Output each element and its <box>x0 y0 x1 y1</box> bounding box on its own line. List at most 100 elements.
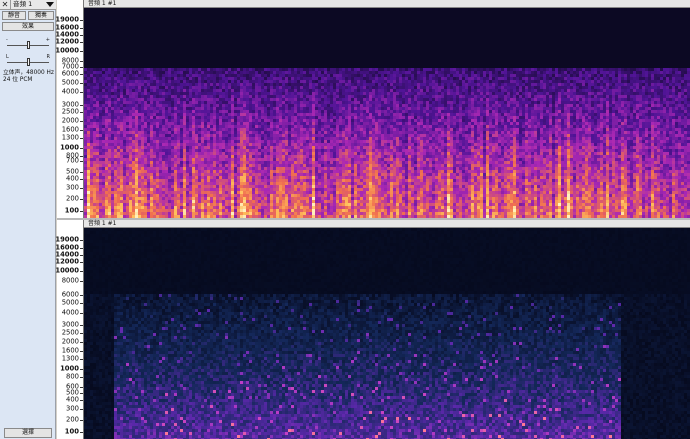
track-name[interactable]: 音頻 1 <box>13 0 32 9</box>
freq-tick-label: 300 <box>66 405 79 412</box>
freq-tick-label: 6000 <box>62 291 79 298</box>
spectrogram-canvas <box>84 228 690 439</box>
freq-tick-label: 2000 <box>62 338 79 345</box>
freq-tick-mark <box>80 61 83 63</box>
track-1-spectrogram[interactable] <box>84 8 690 218</box>
gain-slider-thumb[interactable] <box>27 41 30 49</box>
gain-slider[interactable]: - + <box>4 38 52 50</box>
spectrogram-canvas <box>84 8 690 218</box>
freq-tick-label: 300 <box>66 184 79 191</box>
track-2-frequency-scale: 19000 16000 14000 12000 10000 8000 6000 5000 400… <box>55 220 84 439</box>
track-menu-chevron-down-icon[interactable] <box>46 2 54 7</box>
freq-tick-label: 6000 <box>62 70 79 78</box>
freq-tick-mark <box>80 187 83 189</box>
freq-tick-mark <box>80 160 83 162</box>
freq-tick-mark <box>80 104 83 106</box>
freq-tick-mark <box>80 341 83 343</box>
track-format-bits: 24 位 PCM <box>3 77 32 84</box>
freq-tick-mark <box>80 92 83 94</box>
pan-slider-thumb[interactable] <box>27 58 30 66</box>
solo-button[interactable]: 獨奏 <box>28 11 54 20</box>
close-track-button[interactable]: ✕ <box>0 0 11 9</box>
freq-tick-label: 10000 <box>55 267 79 275</box>
track-1-title-bar[interactable]: 音頻 1 #1 <box>84 0 690 8</box>
track-format-rate: 立体声，48000 Hz <box>3 70 54 77</box>
freq-tick-mark <box>80 332 83 334</box>
track-2-title-bar[interactable]: 音頻 1 #1 <box>84 220 690 228</box>
freq-tick-mark <box>80 50 83 52</box>
freq-tick-mark <box>80 28 83 30</box>
track-control-panel: ✕ 音頻 1 靜音 獨奏 效果 - + L R 立体声，48000 Hz 24 … <box>0 0 56 439</box>
freq-tick-label: 700 <box>66 157 79 164</box>
freq-tick-mark <box>80 358 83 360</box>
freq-tick-label: 10000 <box>55 47 79 54</box>
freq-tick-mark <box>80 34 83 36</box>
freq-tick-label: 100 <box>65 207 79 215</box>
freq-tick-label: 200 <box>66 195 79 202</box>
track-1-title: 音頻 1 #1 <box>88 0 116 8</box>
freq-tick-mark <box>80 121 83 123</box>
freq-tick-mark <box>80 82 83 84</box>
pan-slider[interactable]: L R <box>4 55 52 67</box>
freq-tick-mark <box>80 198 83 200</box>
freq-tick-label: 12000 <box>55 258 79 266</box>
freq-tick-mark <box>80 312 83 314</box>
freq-tick-label: 5000 <box>62 299 79 306</box>
freq-tick-mark <box>80 138 83 140</box>
freq-tick-label: 4000 <box>62 88 79 96</box>
freq-tick-label: 800 <box>66 373 79 380</box>
freq-tick-label: 19000 <box>55 16 79 24</box>
freq-tick-mark <box>80 376 83 378</box>
gain-min-label: - <box>6 38 8 43</box>
freq-tick-label: 400 <box>66 175 79 183</box>
freq-tick-mark <box>80 281 83 283</box>
freq-tick-mark <box>80 172 83 174</box>
freq-tick-label: 1300 <box>62 134 79 142</box>
freq-tick-mark <box>80 294 83 296</box>
pan-left-label: L <box>6 55 9 60</box>
freq-tick-label: 1600 <box>62 347 79 354</box>
track-2-spectrogram[interactable] <box>84 228 690 439</box>
track-2-title: 音頻 1 #1 <box>88 220 116 228</box>
freq-tick-label: 1300 <box>62 355 79 362</box>
effects-button[interactable]: 效果 <box>2 22 54 31</box>
freq-tick-label: 2500 <box>62 108 79 116</box>
freq-tick-mark <box>80 393 83 395</box>
track-1-frequency-scale: 19000 16000 14000 12000 10000 8000 7000 6000 500… <box>55 0 84 218</box>
freq-tick-mark <box>80 302 83 304</box>
freq-tick-mark <box>80 271 83 272</box>
freq-tick-mark <box>80 254 83 256</box>
freq-tick-mark <box>80 42 83 44</box>
mute-button[interactable]: 靜音 <box>2 11 26 20</box>
pan-right-label: R <box>47 55 50 60</box>
freq-tick-mark <box>80 408 83 410</box>
freq-tick-label: 2500 <box>62 329 79 336</box>
freq-tick-label: 1000 <box>60 144 79 152</box>
freq-tick-label: 200 <box>66 416 79 423</box>
gain-max-label: + <box>46 38 50 43</box>
freq-tick-mark <box>80 368 83 370</box>
freq-tick-mark <box>80 325 83 327</box>
freq-tick-label: 12000 <box>55 38 79 46</box>
freq-tick-mark <box>80 130 83 132</box>
select-button[interactable]: 選擇 <box>4 428 52 438</box>
freq-tick-mark <box>80 156 83 158</box>
freq-tick-label: 100 <box>65 428 79 436</box>
freq-tick-mark <box>80 262 83 264</box>
track-header[interactable]: ✕ 音頻 1 <box>0 0 56 10</box>
freq-tick-label: 8000 <box>62 277 79 285</box>
freq-tick-mark <box>80 419 83 421</box>
freq-tick-mark <box>80 350 83 352</box>
freq-tick-mark <box>80 74 83 76</box>
freq-tick-mark <box>80 400 83 402</box>
freq-tick-mark <box>80 179 83 181</box>
freq-tick-mark <box>80 432 83 433</box>
freq-tick-mark <box>80 20 83 21</box>
freq-tick-mark <box>80 240 83 241</box>
freq-tick-label: 400 <box>66 396 79 404</box>
freq-tick-mark <box>80 211 83 212</box>
freq-tick-mark <box>80 112 83 114</box>
freq-tick-mark <box>80 67 83 69</box>
freq-tick-label: 19000 <box>55 236 79 244</box>
freq-tick-mark <box>80 148 83 150</box>
